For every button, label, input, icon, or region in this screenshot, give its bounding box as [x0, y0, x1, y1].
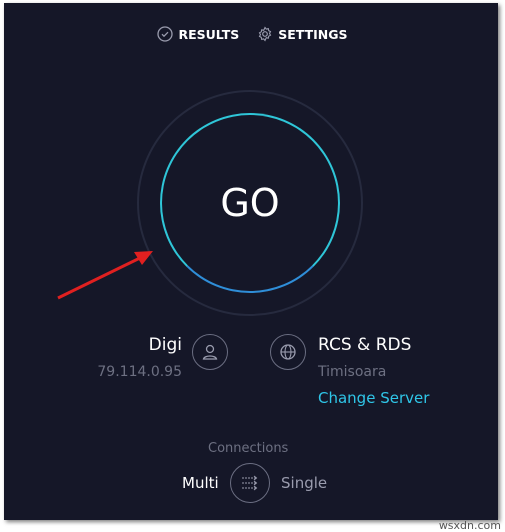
red-arrow-annotation [57, 251, 153, 300]
results-tab[interactable]: RESULTS [157, 26, 239, 42]
server-location: Timisoara [318, 364, 387, 380]
settings-tab[interactable]: SETTINGS [257, 26, 348, 42]
watermark: wsxdn.com [438, 519, 501, 532]
provider-name: Digi [148, 335, 182, 355]
connections-toggle[interactable] [230, 463, 270, 503]
multi-arrows-icon [242, 475, 258, 491]
gear-icon [258, 26, 272, 42]
settings-label: SETTINGS [278, 26, 348, 42]
provider-ip: 79.114.0.95 [97, 364, 182, 380]
change-server-link[interactable]: Change Server [318, 389, 429, 407]
results-label: RESULTS [178, 26, 240, 42]
single-option[interactable]: Single [281, 474, 327, 492]
go-label: GO [220, 181, 280, 225]
check-circle-icon [157, 26, 174, 42]
user-icon [192, 334, 228, 370]
globe-icon [270, 334, 306, 370]
connections-label: Connections [208, 441, 289, 456]
top-nav: RESULTS SETTINGS [0, 26, 505, 42]
multi-option[interactable]: Multi [182, 474, 219, 492]
go-button[interactable]: GO [160, 113, 340, 293]
server-name: RCS & RDS [318, 335, 412, 355]
